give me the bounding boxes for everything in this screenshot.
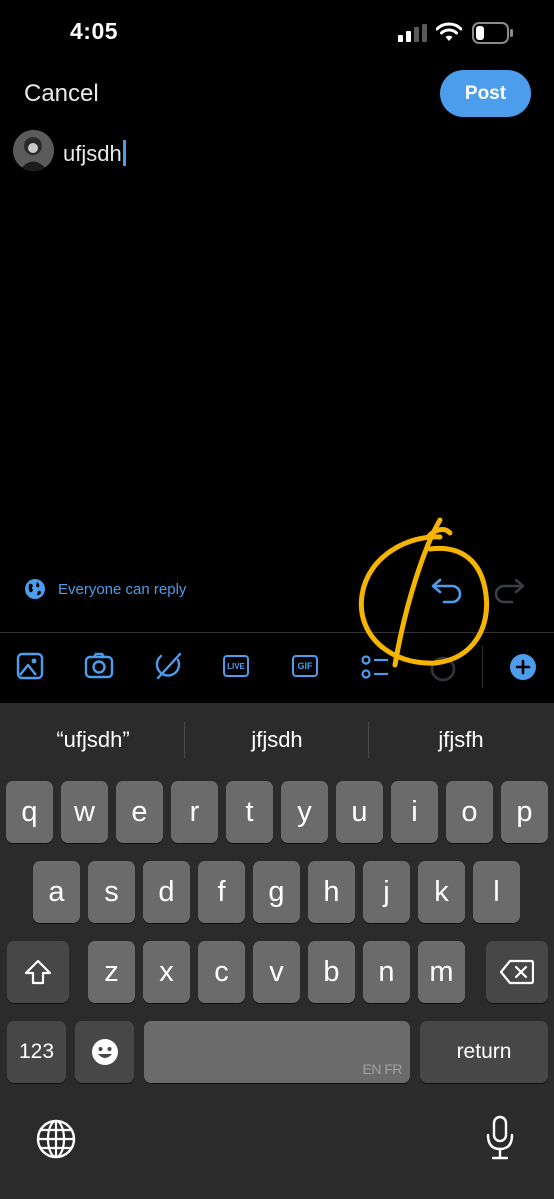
globe-icon bbox=[25, 579, 45, 599]
annotation-circle bbox=[358, 517, 490, 668]
suggestion-3[interactable]: jfjsfh bbox=[371, 727, 551, 753]
status-time: 4:05 bbox=[70, 18, 119, 44]
key-w[interactable]: w bbox=[61, 781, 108, 843]
cellular-signal-icon bbox=[398, 24, 427, 42]
reply-settings-label: Everyone can reply bbox=[58, 580, 187, 598]
compose-text: ufjsdh bbox=[63, 141, 122, 166]
battery-icon bbox=[472, 22, 513, 44]
space-key[interactable]: EN FR bbox=[144, 1021, 410, 1083]
suggestion-1[interactable]: “ufjsdh” bbox=[3, 727, 183, 753]
key-p[interactable]: p bbox=[501, 781, 548, 843]
live-label: LIVE bbox=[227, 661, 245, 671]
wifi-icon bbox=[436, 22, 462, 41]
key-t[interactable]: t bbox=[226, 781, 273, 843]
suggestion-2[interactable]: jfjsdh bbox=[187, 727, 367, 753]
key-f[interactable]: f bbox=[198, 861, 245, 923]
key-y[interactable]: y bbox=[281, 781, 328, 843]
nft-icon[interactable] bbox=[154, 650, 184, 682]
reply-settings-button[interactable]: Everyone can reply bbox=[24, 578, 186, 600]
key-n[interactable]: n bbox=[363, 941, 410, 1003]
numbers-key[interactable]: 123 bbox=[7, 1021, 66, 1083]
key-a[interactable]: a bbox=[33, 861, 80, 923]
shift-icon bbox=[24, 959, 52, 985]
emoji-key[interactable] bbox=[75, 1021, 134, 1083]
backspace-key[interactable] bbox=[486, 941, 548, 1003]
suggestion-divider bbox=[184, 722, 185, 758]
key-v[interactable]: v bbox=[253, 941, 300, 1003]
key-b[interactable]: b bbox=[308, 941, 355, 1003]
key-r[interactable]: r bbox=[171, 781, 218, 843]
suggestion-divider bbox=[368, 722, 369, 758]
post-button[interactable]: Post bbox=[440, 70, 531, 117]
key-q[interactable]: q bbox=[6, 781, 53, 843]
add-thread-icon[interactable] bbox=[509, 653, 537, 681]
key-s[interactable]: s bbox=[88, 861, 135, 923]
keyboard-language-label: EN FR bbox=[362, 1061, 403, 1077]
key-x[interactable]: x bbox=[143, 941, 190, 1003]
shift-key[interactable] bbox=[7, 941, 69, 1003]
key-d[interactable]: d bbox=[143, 861, 190, 923]
key-i[interactable]: i bbox=[391, 781, 438, 843]
key-o[interactable]: o bbox=[446, 781, 493, 843]
key-z[interactable]: z bbox=[88, 941, 135, 1003]
gif-icon[interactable]: GIF bbox=[292, 655, 318, 677]
gif-label: GIF bbox=[297, 661, 313, 671]
image-icon[interactable] bbox=[16, 650, 44, 682]
avatar[interactable] bbox=[13, 130, 54, 171]
microphone-icon[interactable] bbox=[484, 1115, 516, 1163]
key-c[interactable]: c bbox=[198, 941, 245, 1003]
text-cursor bbox=[122, 140, 126, 166]
key-k[interactable]: k bbox=[418, 861, 465, 923]
key-m[interactable]: m bbox=[418, 941, 465, 1003]
key-u[interactable]: u bbox=[336, 781, 383, 843]
key-h[interactable]: h bbox=[308, 861, 355, 923]
cancel-button[interactable]: Cancel bbox=[24, 80, 99, 108]
key-j[interactable]: j bbox=[363, 861, 410, 923]
live-icon[interactable]: LIVE bbox=[223, 655, 249, 677]
globe-icon[interactable] bbox=[35, 1118, 77, 1160]
emoji-icon bbox=[91, 1039, 118, 1065]
key-l[interactable]: l bbox=[473, 861, 520, 923]
key-g[interactable]: g bbox=[253, 861, 300, 923]
backspace-icon bbox=[500, 959, 534, 985]
key-e[interactable]: e bbox=[116, 781, 163, 843]
camera-icon[interactable] bbox=[84, 650, 114, 682]
return-key[interactable]: return bbox=[420, 1021, 548, 1083]
compose-input[interactable]: ufjsdh bbox=[63, 140, 126, 167]
